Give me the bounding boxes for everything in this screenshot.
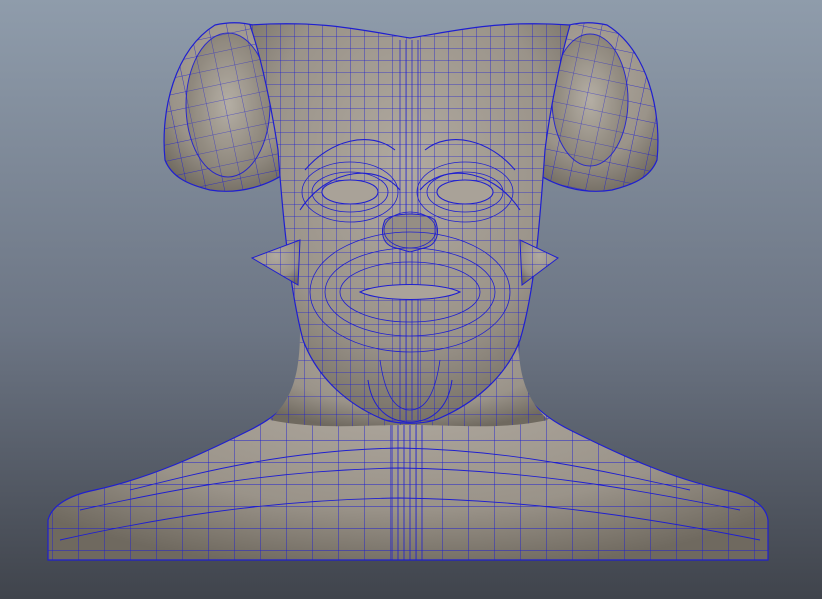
- viewport-canvas[interactable]: [0, 0, 822, 599]
- 3d-viewport[interactable]: [0, 0, 822, 599]
